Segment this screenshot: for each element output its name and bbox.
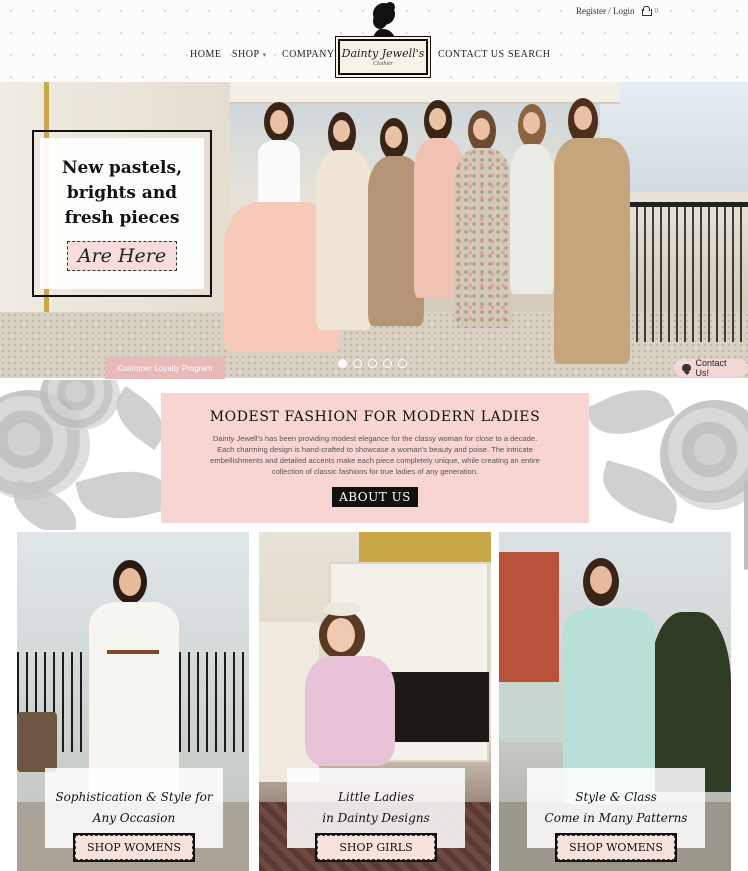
contact-chip-label: Contact Us! <box>695 358 727 378</box>
loyalty-program-button[interactable]: Customer Loyalty Program <box>105 357 225 379</box>
leaf-decoration <box>75 459 175 530</box>
category-card-girls[interactable]: Little Ladies in Dainty Designs SHOP GIR… <box>259 532 491 871</box>
hero-model-7 <box>546 98 642 378</box>
hero-headline: New pastels, brights and fresh pieces <box>62 156 182 231</box>
shop-girls-button[interactable]: SHOP GIRLS <box>317 835 435 860</box>
hero-headline-line-3: fresh pieces <box>64 208 180 228</box>
nav-company[interactable]: COMPANY <box>282 49 335 60</box>
silhouette-logo-icon <box>372 2 396 40</box>
contact-chat-button[interactable]: Contact Us! <box>674 358 748 378</box>
card-caption-line-1: Sophistication & Style for <box>55 790 213 804</box>
hero-promo-card: New pastels, brights and fresh pieces Ar… <box>32 130 212 297</box>
hero-cta-button[interactable]: Are Here <box>66 241 178 271</box>
site-logo[interactable]: Dainty Jewell's Clothier <box>337 2 429 76</box>
card-caption-line-1: Style & Class <box>575 790 657 804</box>
shop-womens-button[interactable]: SHOP WOMENS <box>75 835 193 860</box>
nav-shop[interactable]: SHOP ▾ <box>232 49 267 60</box>
account-bar: Register / Login 0 <box>576 6 658 16</box>
slider-dot[interactable] <box>368 359 377 368</box>
chevron-down-icon: ▾ <box>262 51 267 59</box>
cart-count: 0 <box>654 7 659 15</box>
about-title: MODEST FASHION FOR MODERN LADIES <box>209 409 541 425</box>
nav-shop-label: SHOP <box>232 49 260 60</box>
category-card-patterns[interactable]: Style & Class Come in Many Patterns SHOP… <box>499 532 731 871</box>
about-section: MODEST FASHION FOR MODERN LADIES Dainty … <box>0 380 748 530</box>
nav-contact[interactable]: CONTACT US <box>438 49 505 60</box>
hero-promo-inner: New pastels, brights and fresh pieces Ar… <box>40 138 204 289</box>
logo-name: Dainty Jewell's <box>341 47 425 60</box>
hero-headline-line-1: New pastels, <box>62 158 182 178</box>
nav-search[interactable]: SEARCH <box>508 49 550 60</box>
slider-dot[interactable] <box>338 359 347 368</box>
chat-icon <box>682 364 692 375</box>
hero-banner[interactable]: New pastels, brights and fresh pieces Ar… <box>0 82 748 378</box>
nav-home[interactable]: HOME <box>190 49 221 60</box>
card-caption-line-2: Come in Many Patterns <box>544 811 688 825</box>
about-body: Dainty Jewell's has been providing modes… <box>210 434 540 476</box>
page-scrollbar[interactable] <box>744 480 748 570</box>
hero-model-5 <box>452 110 514 378</box>
cart-link[interactable]: 0 <box>641 6 659 16</box>
slider-dot[interactable] <box>398 359 407 368</box>
slider-dot[interactable] <box>383 359 392 368</box>
card-caption-line-2: in Dainty Designs <box>322 811 430 825</box>
card-caption-line-2: Any Occasion <box>92 811 176 825</box>
slider-dot[interactable] <box>353 359 362 368</box>
about-box: MODEST FASHION FOR MODERN LADIES Dainty … <box>161 393 589 523</box>
category-card-womens[interactable]: Sophistication & Style for Any Occasion … <box>17 532 249 871</box>
hero-headline-line-2: brights and <box>66 183 178 203</box>
hero-model-2 <box>314 112 374 378</box>
card-caption-line-1: Little Ladies <box>337 790 415 804</box>
slider-dots <box>338 359 407 368</box>
site-header: Register / Login 0 HOME SHOP ▾ COMPANY CO… <box>0 0 748 82</box>
cart-icon <box>641 6 652 16</box>
logo-plate: Dainty Jewell's Clothier <box>338 39 428 75</box>
shop-womens-patterns-button[interactable]: SHOP WOMENS <box>557 835 675 860</box>
logo-tagline: Clothier <box>372 61 393 67</box>
about-us-button[interactable]: ABOUT US <box>332 487 418 507</box>
register-login-link[interactable]: Register / Login <box>576 6 635 16</box>
